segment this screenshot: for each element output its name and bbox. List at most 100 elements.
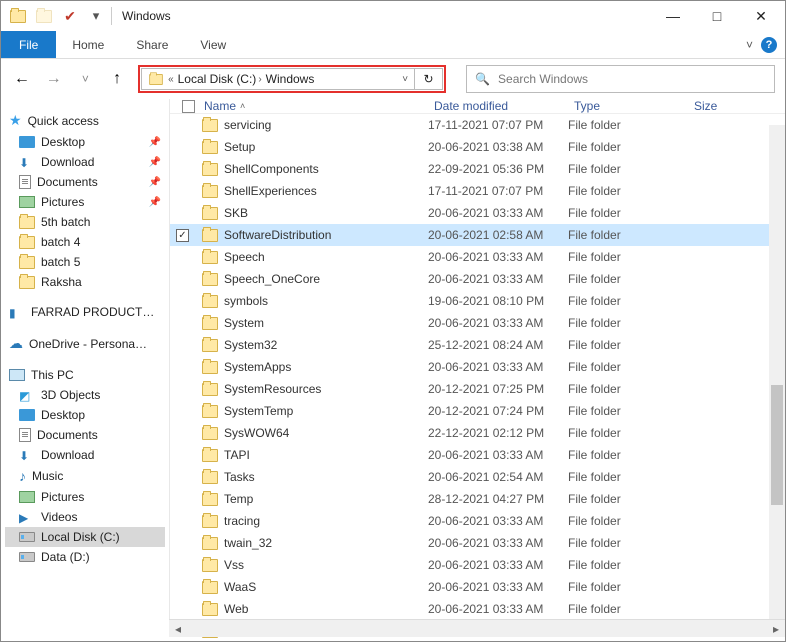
sidebar-raksha[interactable]: Raksha xyxy=(5,272,165,292)
file-date: 20-06-2021 03:33 AM xyxy=(428,316,568,330)
table-row[interactable]: Tasks20-06-2021 02:54 AMFile folder xyxy=(170,466,785,488)
sidebar-drive-d[interactable]: Data (D:) xyxy=(5,547,165,567)
sidebar-this-pc[interactable]: This PC xyxy=(5,365,165,385)
sidebar-pc-documents[interactable]: Documents xyxy=(5,425,165,445)
pin-icon: 📌 xyxy=(149,157,161,168)
vertical-scrollbar[interactable] xyxy=(769,125,785,619)
sidebar-desktop[interactable]: Desktop📌 xyxy=(5,132,165,152)
sidebar-onedrive[interactable]: ☁OneDrive - Persona… xyxy=(5,332,165,355)
table-row[interactable]: ✓SoftwareDistribution20-06-2021 02:58 AM… xyxy=(170,224,785,246)
search-box[interactable]: 🔍 Search Windows xyxy=(466,65,775,93)
table-row[interactable]: SystemResources20-12-2021 07:25 PMFile f… xyxy=(170,378,785,400)
table-row[interactable]: symbols19-06-2021 08:10 PMFile folder xyxy=(170,290,785,312)
table-row[interactable]: Web20-06-2021 03:33 AMFile folder xyxy=(170,598,785,620)
column-size[interactable]: Size xyxy=(688,99,748,113)
column-name[interactable]: Name˄ xyxy=(198,99,428,113)
sidebar-pc-videos[interactable]: ▶Videos xyxy=(5,507,165,527)
file-date: 22-09-2021 05:36 PM xyxy=(428,162,568,176)
back-button[interactable]: ← xyxy=(11,68,33,90)
cloud-icon: ☁ xyxy=(9,335,23,352)
quick-access-toolbar: ✔ ▾ xyxy=(3,5,107,27)
minimize-button[interactable]: — xyxy=(651,1,695,31)
table-row[interactable]: Setup20-06-2021 03:38 AMFile folder xyxy=(170,136,785,158)
title-bar: ✔ ▾ Windows — □ ✕ xyxy=(1,1,785,31)
qat-dropdown-icon[interactable]: ▾ xyxy=(85,5,107,27)
download-icon: ⬇ xyxy=(19,156,35,169)
sidebar-pc-pictures[interactable]: Pictures xyxy=(5,487,165,507)
sidebar-download[interactable]: ⬇Download📌 xyxy=(5,152,165,172)
desktop-icon xyxy=(19,136,35,148)
tab-share[interactable]: Share xyxy=(120,31,184,58)
file-name: System32 xyxy=(224,338,277,352)
table-row[interactable]: TAPI20-06-2021 03:33 AMFile folder xyxy=(170,444,785,466)
help-icon[interactable]: ? xyxy=(761,37,777,53)
tab-view[interactable]: View xyxy=(184,31,242,58)
breadcrumb-local-disk[interactable]: Local Disk (C:)› xyxy=(178,72,262,86)
sidebar-batch4[interactable]: batch 4 xyxy=(5,232,165,252)
scroll-left-icon[interactable]: ◂ xyxy=(169,620,187,637)
address-dropdown-icon[interactable]: ˅ xyxy=(402,74,408,85)
table-row[interactable]: SystemApps20-06-2021 03:33 AMFile folder xyxy=(170,356,785,378)
desktop-icon xyxy=(19,409,35,421)
file-date: 20-06-2021 03:33 AM xyxy=(428,580,568,594)
sidebar-batch5[interactable]: batch 5 xyxy=(5,252,165,272)
table-row[interactable]: tracing20-06-2021 03:33 AMFile folder xyxy=(170,510,785,532)
breadcrumb-windows[interactable]: Windows xyxy=(266,72,315,86)
table-row[interactable]: SysWOW6422-12-2021 02:12 PMFile folder xyxy=(170,422,785,444)
sidebar-3d-objects[interactable]: ◩3D Objects xyxy=(5,385,165,405)
table-row[interactable]: servicing17-11-2021 07:07 PMFile folder xyxy=(170,114,785,136)
qat-properties-icon[interactable] xyxy=(33,5,55,27)
recent-locations-button[interactable]: ˅ xyxy=(75,68,97,90)
table-row[interactable]: SKB20-06-2021 03:33 AMFile folder xyxy=(170,202,785,224)
table-row[interactable]: Vss20-06-2021 03:33 AMFile folder xyxy=(170,554,785,576)
column-type[interactable]: Type xyxy=(568,99,688,113)
file-date: 20-06-2021 03:33 AM xyxy=(428,250,568,264)
sidebar-pc-download[interactable]: ⬇Download xyxy=(5,445,165,465)
device-icon: ▮ xyxy=(9,306,25,319)
sidebar-5th-batch[interactable]: 5th batch xyxy=(5,212,165,232)
table-row[interactable]: ShellComponents22-09-2021 05:36 PMFile f… xyxy=(170,158,785,180)
table-row[interactable]: Speech_OneCore20-06-2021 03:33 AMFile fo… xyxy=(170,268,785,290)
table-row[interactable]: System3225-12-2021 08:24 AMFile folder xyxy=(170,334,785,356)
pc-icon xyxy=(9,369,25,381)
ribbon-expand-icon[interactable]: ˅ xyxy=(746,38,753,52)
sidebar-pictures[interactable]: Pictures📌 xyxy=(5,192,165,212)
sidebar-drive-c[interactable]: Local Disk (C:) xyxy=(5,527,165,547)
table-row[interactable]: System20-06-2021 03:33 AMFile folder xyxy=(170,312,785,334)
sidebar-documents[interactable]: Documents📌 xyxy=(5,172,165,192)
table-row[interactable]: twain_3220-06-2021 03:33 AMFile folder xyxy=(170,532,785,554)
table-row[interactable]: ShellExperiences17-11-2021 07:07 PMFile … xyxy=(170,180,785,202)
refresh-button[interactable]: ↻ xyxy=(415,68,443,90)
row-checkbox[interactable]: ✓ xyxy=(176,229,198,242)
file-type: File folder xyxy=(568,602,688,616)
close-button[interactable]: ✕ xyxy=(739,1,783,31)
file-name: SystemTemp xyxy=(224,404,293,418)
navigation-pane: ★Quick access Desktop📌 ⬇Download📌 Docume… xyxy=(1,99,169,619)
table-row[interactable]: Speech20-06-2021 03:33 AMFile folder xyxy=(170,246,785,268)
sidebar-farrad[interactable]: ▮FARRAD PRODUCT… xyxy=(5,302,165,322)
table-row[interactable]: SystemTemp20-12-2021 07:24 PMFile folder xyxy=(170,400,785,422)
folder-icon xyxy=(202,383,218,396)
column-date[interactable]: Date modified xyxy=(428,99,568,113)
table-row[interactable]: Temp28-12-2021 04:27 PMFile folder xyxy=(170,488,785,510)
qat-check-icon[interactable]: ✔ xyxy=(59,5,81,27)
scroll-right-icon[interactable]: ▸ xyxy=(767,620,785,637)
sidebar-pc-desktop[interactable]: Desktop xyxy=(5,405,165,425)
tab-home[interactable]: Home xyxy=(56,31,120,58)
navigation-row: ← → ˅ ↑ « Local Disk (C:)› Windows ˅ ↻ 🔍… xyxy=(1,59,785,99)
horizontal-scrollbar[interactable]: ◂ ▸ xyxy=(169,619,785,637)
sidebar-pc-music[interactable]: ♪Music xyxy=(5,465,165,487)
up-button[interactable]: ↑ xyxy=(106,68,128,90)
address-bar[interactable]: « Local Disk (C:)› Windows ˅ xyxy=(141,68,415,90)
table-row[interactable]: WaaS20-06-2021 03:33 AMFile folder xyxy=(170,576,785,598)
sidebar-quick-access[interactable]: ★Quick access xyxy=(5,109,165,132)
column-checkbox[interactable] xyxy=(176,100,198,113)
folder-icon xyxy=(202,229,218,242)
scrollbar-thumb[interactable] xyxy=(771,385,783,505)
app-icon[interactable] xyxy=(7,5,29,27)
file-date: 22-12-2021 02:12 PM xyxy=(428,426,568,440)
tab-file[interactable]: File xyxy=(1,31,56,58)
forward-button[interactable]: → xyxy=(43,68,65,90)
maximize-button[interactable]: □ xyxy=(695,1,739,31)
file-name: Setup xyxy=(224,140,255,154)
